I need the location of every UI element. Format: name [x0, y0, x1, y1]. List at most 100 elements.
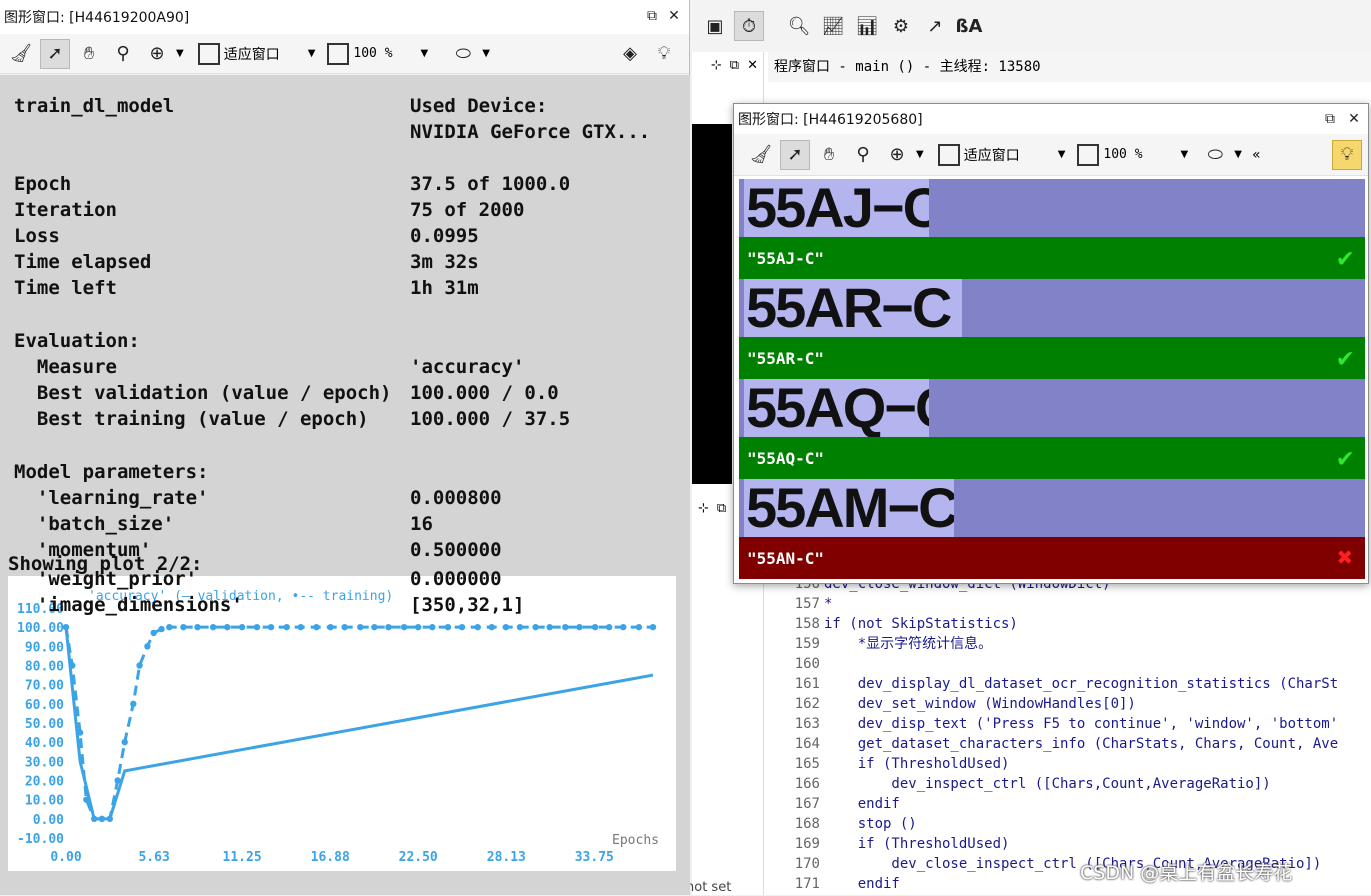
magnifier-icon[interactable]: ⚲ [108, 39, 138, 69]
magnifier-icon[interactable]: ⚲ [848, 140, 878, 170]
code-line[interactable]: 167 endif [764, 794, 1371, 814]
code-line[interactable]: 157 * [764, 594, 1371, 614]
code-line[interactable]: 161 dev_display_dl_dataset_ocr_recogniti… [764, 674, 1371, 694]
x-tick-label: 5.63 [138, 850, 169, 865]
line-number: 169 [794, 836, 820, 852]
training-point [458, 623, 466, 631]
training-point [267, 623, 275, 631]
code-line[interactable]: 168 stop () [764, 814, 1371, 834]
training-point [400, 623, 408, 631]
zoom-mode-select[interactable]: 适应窗口 ▼ [197, 39, 316, 69]
y-tick-label: 30.00 [25, 755, 64, 770]
y-tick-label: 40.00 [25, 736, 64, 751]
training-point [313, 623, 320, 631]
code-line[interactable]: 169 if (ThresholdUsed) [764, 834, 1371, 854]
broom-icon[interactable]: 🧹︎ [6, 39, 36, 69]
ocr-result-label: "55AJ-C" [747, 248, 825, 268]
hand-icon[interactable]: ✋︎ [814, 140, 844, 170]
elapsed-label: Time elapsed [14, 251, 152, 273]
layers-icon[interactable]: ◈ [615, 39, 645, 69]
chevron-down-icon[interactable]: ▼ [1234, 149, 1242, 160]
watermark: CSDN @桌上有盆长寿花 [1080, 858, 1292, 885]
ocr-icon[interactable]: ßA [954, 11, 984, 41]
pointer-icon[interactable]: ➚ [780, 139, 810, 170]
chevron-down-icon: ▼ [307, 48, 316, 59]
code-line[interactable]: 164 get_dataset_characters_info (CharSta… [764, 734, 1371, 754]
line-number: 165 [794, 756, 820, 772]
zoom-level-label: 100 % [1103, 147, 1143, 162]
chevron-down-icon[interactable]: ▼ [482, 48, 490, 59]
program-title: 程序窗口 - main () - 主线程: 13580 [774, 59, 1041, 75]
training-point [605, 623, 613, 631]
code-text: get_dataset_characters_info (CharStats, … [824, 736, 1339, 752]
restore-icon[interactable]: ⧉ [1320, 109, 1340, 129]
close-icon[interactable]: ✕ [747, 58, 758, 73]
bar-chart-icon[interactable]: 📊︎ [852, 11, 882, 41]
training-point [546, 623, 553, 631]
code-line[interactable]: 166 dev_inspect_ctrl ([Chars,Count,Avera… [764, 774, 1371, 794]
params-label: Model parameters: [14, 461, 209, 483]
code-text: dev_set_window (WindowHandles[0]) [824, 696, 1136, 712]
lightbulb-icon[interactable]: 💡︎ [649, 39, 679, 69]
graphics-toolbar: 🧹︎ ➚ ✋︎ ⚲ ⊕ ▼ 适应窗口 ▼ 100 % ▼ ⬭ ▼ ◈ 💡︎ [0, 34, 689, 74]
restore-icon[interactable]: ⧉ [642, 6, 662, 26]
zoom-in-icon[interactable]: ⊕ [142, 39, 172, 69]
restore-icon[interactable]: ⧉ [730, 58, 739, 73]
broom-icon[interactable]: 🧹︎ [746, 140, 776, 170]
histogram-icon[interactable]: 📈︎ [818, 11, 848, 41]
pointer-icon[interactable]: ➚ [40, 38, 70, 69]
window-title-bar: 图形窗口: [H44619200A90] ⧉ ✕ [0, 0, 689, 34]
stop-icon[interactable]: ▣ [700, 11, 730, 41]
y-tick-label: 70.00 [25, 679, 64, 694]
weight-prior-label: 'weight_prior' [14, 568, 198, 590]
plate-text-image: 55AR−C [744, 279, 962, 337]
close-icon[interactable]: ✕ [1344, 109, 1364, 129]
shapes-icon[interactable]: ⬭ [448, 39, 478, 69]
line-number: 157 [794, 596, 820, 612]
shapes-icon[interactable]: ⬭ [1200, 140, 1230, 170]
not-set-cell: not set [686, 880, 732, 895]
ocr-result-row: "55AR-C" ✔ [739, 337, 1365, 379]
lightbulb-icon[interactable]: 💡︎ [1332, 139, 1362, 170]
line-number: 158 [794, 616, 820, 632]
line-profile-icon[interactable]: ↗ [920, 11, 950, 41]
region-info-icon[interactable]: ⚙ [886, 11, 916, 41]
code-text: dev_display_dl_dataset_ocr_recognition_s… [824, 676, 1339, 692]
image-dimensions-label: 'image_dimensions' [14, 594, 243, 616]
ocr-crop-image: 55AJ−C [739, 179, 1365, 237]
zoom-mode-label: 适应窗口 [223, 46, 280, 63]
code-line[interactable]: 162 dev_set_window (WindowHandles[0]) [764, 694, 1371, 714]
graphics-preview [692, 124, 732, 484]
zoom-in-icon[interactable]: ⊕ [882, 140, 912, 170]
zoom-level-select[interactable]: 100 % ▼ [327, 39, 428, 69]
chevron-down-icon: ▼ [1180, 149, 1189, 160]
hand-icon[interactable]: ✋︎ [74, 39, 104, 69]
training-point [385, 623, 392, 631]
code-text: *显示字符统计信息。 [824, 636, 993, 652]
code-line[interactable]: 163 dev_disp_text ('Press F5 to continue… [764, 714, 1371, 734]
code-text: dev_inspect_ctrl ([Chars,Count,AverageRa… [824, 776, 1271, 792]
code-line[interactable]: 165 if (ThresholdUsed) [764, 754, 1371, 774]
chevron-down-icon[interactable]: ▼ [176, 48, 184, 59]
chevron-down-icon[interactable]: ▼ [916, 149, 924, 160]
training-point [69, 662, 76, 669]
restore-icon[interactable]: ⧉ [717, 501, 726, 516]
code-line[interactable]: 159 *显示字符统计信息。 [764, 634, 1371, 654]
pin-icon[interactable]: ⊹ [698, 501, 709, 516]
weight-prior-value: 0.000000 [410, 568, 502, 590]
code-line[interactable]: 158 if (not SkipStatistics) [764, 614, 1371, 634]
code-line[interactable]: 160 [764, 654, 1371, 674]
ocr-result-label: "55AR-C" [747, 348, 825, 368]
bottom-status-2: not set [686, 880, 731, 895]
close-icon[interactable]: ✕ [664, 6, 684, 26]
elapsed-value: 3m 32s [410, 251, 479, 273]
profiler-icon[interactable]: ⏱ [734, 11, 764, 41]
zoom-level-select[interactable]: 100 % ▼ [1077, 140, 1188, 170]
collapse-icon[interactable]: « [1252, 147, 1261, 163]
batch-size-value: 16 [410, 513, 433, 535]
x-tick-label: 16.88 [311, 850, 350, 865]
pin-icon[interactable]: ⊹ [711, 58, 722, 73]
zoom-mode-select[interactable]: 适应窗口 ▼ [937, 140, 1065, 170]
zoom-icon[interactable]: 🔍︎ [784, 11, 814, 41]
window-title: 图形窗口: [H44619205680] [738, 112, 923, 128]
